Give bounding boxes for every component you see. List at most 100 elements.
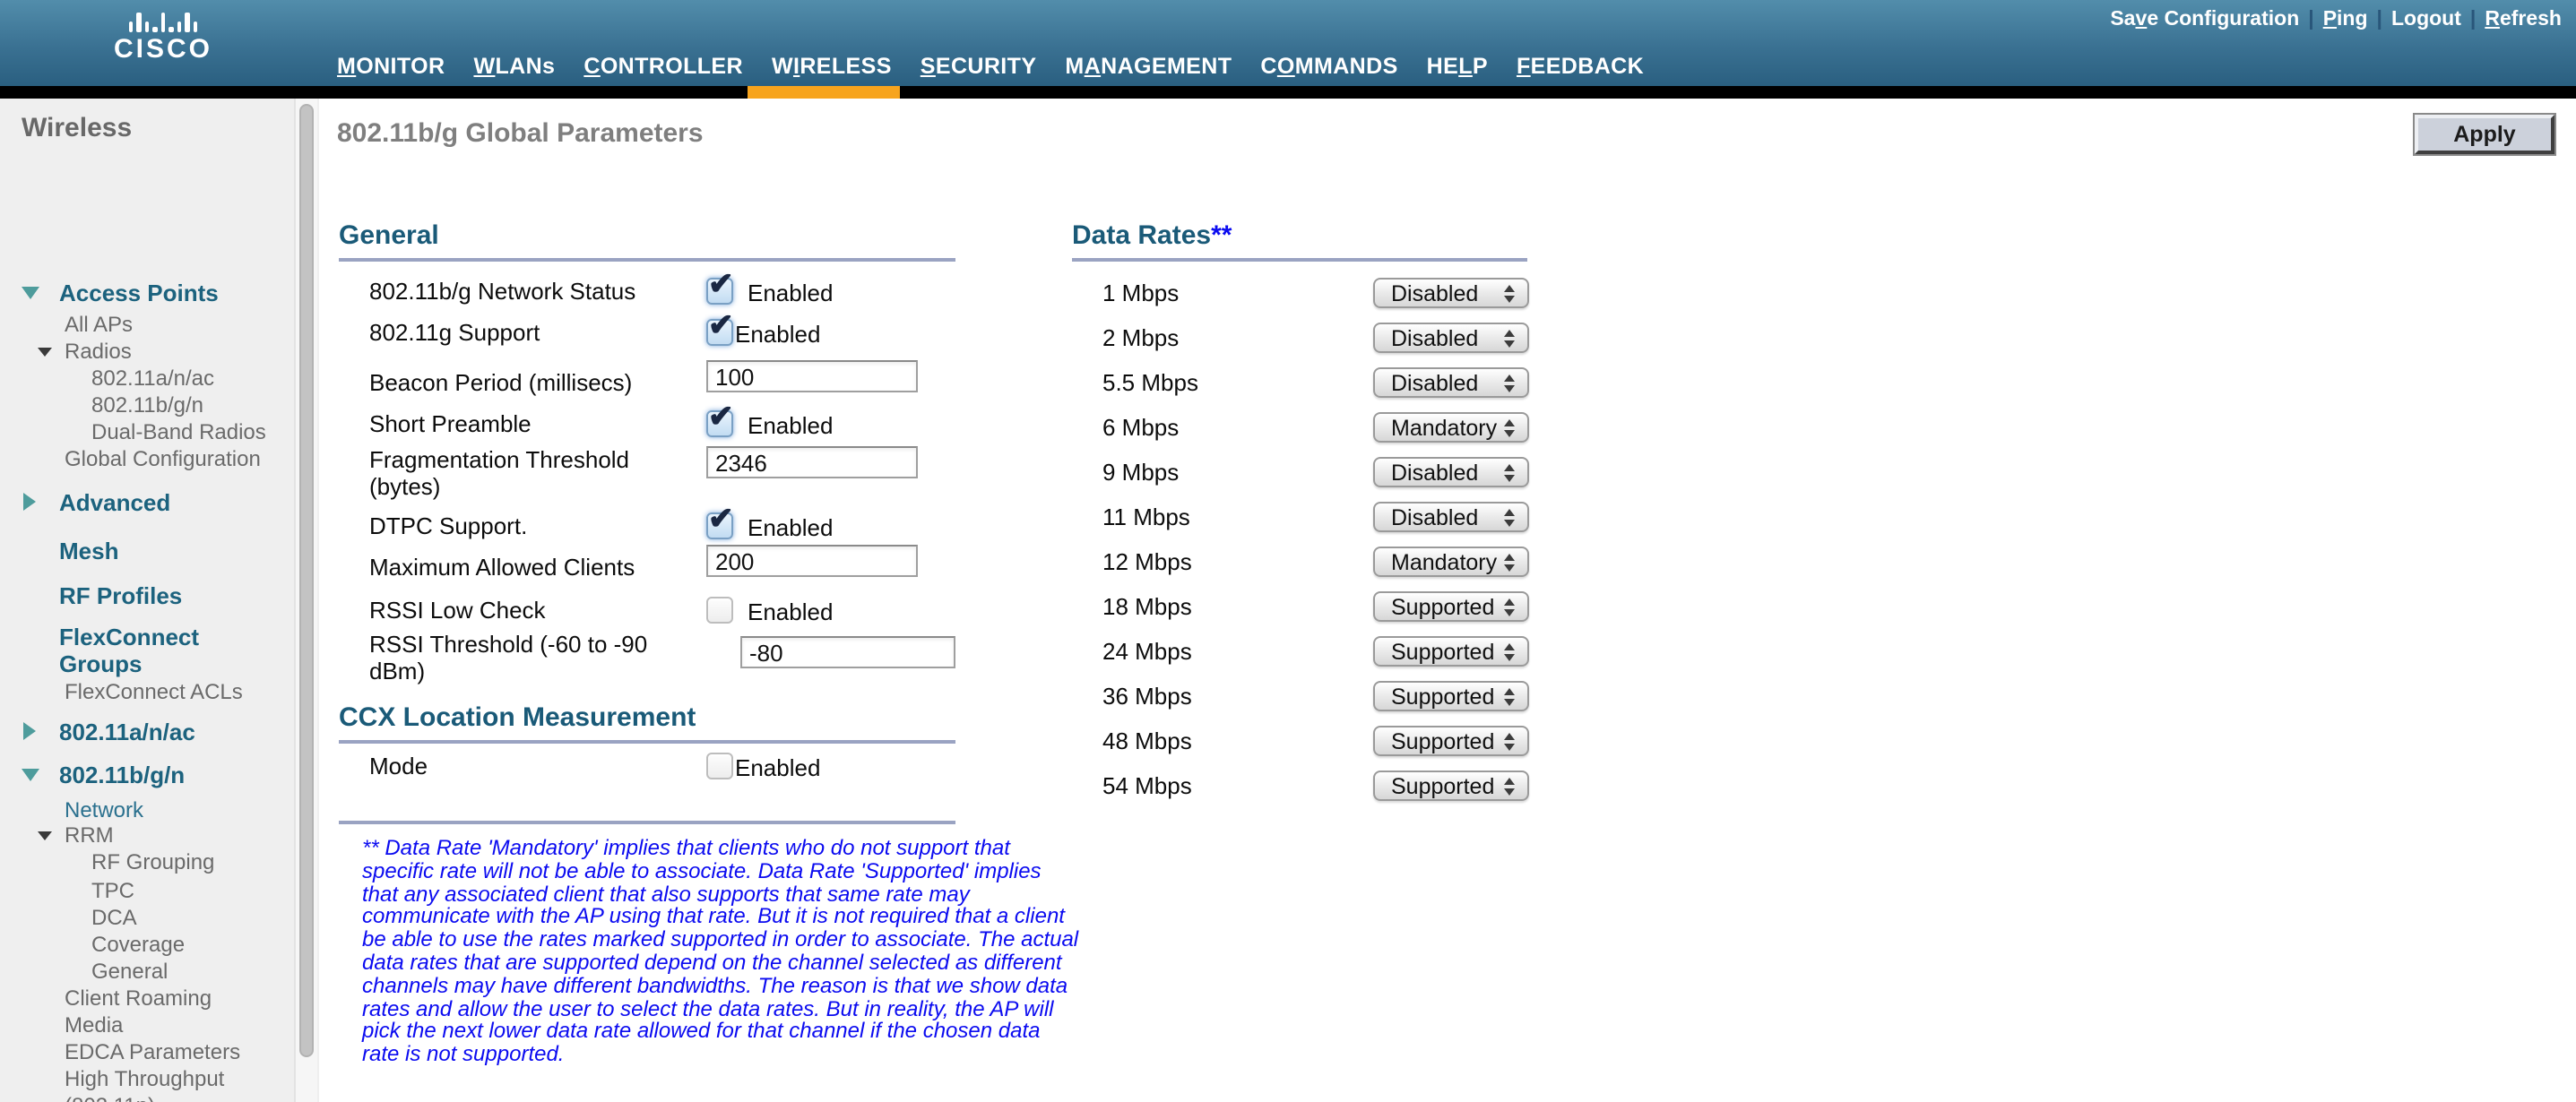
sidebar-item-coverage[interactable]: Coverage	[91, 932, 185, 957]
sidebar-item-general[interactable]: General	[91, 959, 168, 984]
rate-2mbps-select[interactable]: Disabled	[1373, 323, 1529, 353]
max-allowed-clients-input[interactable]	[706, 545, 918, 577]
sidebar-item-flexconnect-groups[interactable]: FlexConnect Groups	[59, 624, 238, 677]
select-arrows-icon	[1504, 375, 1515, 392]
data-rate-row-36mbps: 36 Mbps Supported	[1102, 681, 1529, 711]
sidebar-item-media[interactable]: Media	[65, 1012, 123, 1037]
field-label: Beacon Period (millisecs)	[369, 369, 633, 396]
rate-label: 11 Mbps	[1102, 504, 1190, 530]
80211g-support-checkbox[interactable]	[706, 308, 734, 346]
refresh-link[interactable]: Refresh	[2485, 9, 2562, 30]
sidebar-item-radios-80211bgn[interactable]: 802.11b/g/n	[91, 392, 203, 418]
general-section-heading: General	[339, 220, 439, 251]
sidebar-item-access-points[interactable]: Access Points	[59, 280, 219, 306]
nav-controller[interactable]: CONTROLLER	[583, 54, 743, 79]
sidebar-item-all-aps[interactable]: All APs	[65, 312, 133, 337]
sidebar-item-80211bgn[interactable]: 802.11b/g/n	[59, 762, 185, 788]
chevron-right-icon[interactable]	[23, 722, 36, 740]
sidebar-item-rf-profiles[interactable]: RF Profiles	[59, 582, 182, 609]
field-label: Fragmentation Threshold (bytes)	[369, 446, 630, 500]
nav-commands[interactable]: COMMANDS	[1260, 54, 1397, 79]
nav-wlans[interactable]: WLANs	[473, 54, 555, 79]
short-preamble-checkbox[interactable]	[706, 400, 734, 437]
rate-label: 6 Mbps	[1102, 414, 1180, 441]
scrollbar-thumb[interactable]	[299, 104, 314, 1057]
ccx-mode-checkbox[interactable]	[706, 753, 733, 779]
sidebar-scrollbar[interactable]	[294, 99, 317, 1102]
section-divider	[339, 258, 955, 262]
chevron-right-icon[interactable]	[23, 493, 36, 511]
link-separator: |	[2469, 9, 2477, 30]
section-divider	[339, 740, 955, 744]
nav-security[interactable]: SECURITY	[921, 54, 1037, 79]
chevron-down-icon[interactable]	[38, 831, 52, 840]
rssi-threshold-input[interactable]	[740, 636, 955, 668]
sidebar-item-global-configuration[interactable]: Global Configuration	[65, 446, 261, 471]
sidebar-item-flexconnect-acls[interactable]: FlexConnect ACLs	[65, 679, 243, 704]
sidebar-item-mesh[interactable]: Mesh	[59, 538, 118, 564]
rate-48mbps-select[interactable]: Supported	[1373, 726, 1529, 756]
rssi-low-check-checkbox[interactable]	[706, 597, 733, 624]
sidebar-item-tpc[interactable]: TPC	[91, 878, 134, 903]
network-status-checkbox[interactable]	[706, 267, 734, 305]
chevron-down-icon[interactable]	[38, 348, 52, 357]
field-label: 802.11b/g Network Status	[369, 278, 636, 305]
form-row-network-status: 802.11b/g Network Status Enabled	[369, 267, 833, 306]
data-rates-section-heading: Data Rates**	[1072, 220, 1232, 251]
sidebar-item-rf-grouping[interactable]: RF Grouping	[91, 849, 214, 874]
nav-wireless-active[interactable]: WIRELESS	[772, 54, 892, 79]
sidebar-item-radios-80211anac[interactable]: 802.11a/n/ac	[91, 366, 214, 391]
nav-help[interactable]: HELP	[1427, 54, 1488, 79]
sidebar-item-rrm[interactable]: RRM	[65, 822, 114, 848]
rate-36mbps-select[interactable]: Supported	[1373, 681, 1529, 711]
rate-54mbps-select[interactable]: Supported	[1373, 771, 1529, 801]
rate-6mbps-select[interactable]: Mandatory	[1373, 412, 1529, 443]
cisco-logo: CISCO	[100, 11, 226, 63]
select-arrows-icon	[1504, 464, 1515, 482]
checkbox-label: Enabled	[735, 754, 821, 781]
form-row-max-allowed-clients: Maximum Allowed Clients	[369, 545, 918, 581]
sidebar: Wireless Access Points All APs Radios 80…	[0, 99, 319, 1102]
rate-1mbps-select[interactable]: Disabled	[1373, 278, 1529, 308]
sidebar-title: Wireless	[22, 113, 133, 143]
logout-link[interactable]: Logout	[2391, 9, 2461, 30]
rate-12mbps-select[interactable]: Mandatory	[1373, 547, 1529, 577]
data-rate-row-2mbps: 2 Mbps Disabled	[1102, 323, 1529, 353]
sidebar-item-network[interactable]: Network	[65, 797, 143, 822]
ccx-section-heading: CCX Location Measurement	[339, 702, 696, 733]
rate-label: 48 Mbps	[1102, 727, 1192, 754]
select-arrows-icon	[1504, 778, 1515, 796]
sidebar-item-dca[interactable]: DCA	[91, 905, 137, 930]
sidebar-item-edca-parameters[interactable]: EDCA Parameters	[65, 1039, 240, 1064]
sidebar-item-high-throughput[interactable]: High Throughput (802.11n)	[65, 1066, 262, 1102]
sidebar-item-80211anac[interactable]: 802.11a/n/ac	[59, 719, 195, 745]
ping-link[interactable]: Ping	[2323, 9, 2368, 30]
rate-18mbps-select[interactable]: Supported	[1373, 591, 1529, 622]
dtpc-support-checkbox[interactable]	[706, 502, 734, 539]
utility-links: Save Configuration | Ping | Logout | Refresh	[2110, 9, 2562, 30]
rate-9mbps-select[interactable]: Disabled	[1373, 457, 1529, 487]
rate-11mbps-select[interactable]: Disabled	[1373, 502, 1529, 532]
rate-label: 24 Mbps	[1102, 638, 1192, 665]
nav-feedback[interactable]: FEEDBACK	[1517, 54, 1644, 79]
sidebar-item-radios[interactable]: Radios	[65, 339, 132, 364]
rate-55mbps-select[interactable]: Disabled	[1373, 367, 1529, 398]
sidebar-item-advanced[interactable]: Advanced	[59, 489, 170, 516]
chevron-down-icon[interactable]	[22, 287, 39, 299]
save-configuration-link[interactable]: Save Configuration	[2110, 9, 2299, 30]
beacon-period-input[interactable]	[706, 360, 918, 392]
data-rate-row-18mbps: 18 Mbps Supported	[1102, 591, 1529, 622]
select-arrows-icon	[1504, 285, 1515, 303]
rate-label: 54 Mbps	[1102, 772, 1192, 799]
chevron-down-icon[interactable]	[22, 769, 39, 781]
data-rate-row-12mbps: 12 Mbps Mandatory	[1102, 547, 1529, 577]
sidebar-item-dual-band-radios[interactable]: Dual-Band Radios	[91, 419, 266, 444]
rate-24mbps-select[interactable]: Supported	[1373, 636, 1529, 667]
apply-button[interactable]: Apply	[2413, 113, 2556, 156]
sidebar-item-client-roaming[interactable]: Client Roaming	[65, 986, 212, 1011]
fragmentation-threshold-input[interactable]	[706, 446, 918, 478]
nav-management[interactable]: MANAGEMENT	[1065, 54, 1232, 79]
nav-monitor[interactable]: MONITOR	[337, 54, 445, 79]
link-separator: |	[2308, 9, 2314, 30]
rate-label: 12 Mbps	[1102, 548, 1192, 575]
